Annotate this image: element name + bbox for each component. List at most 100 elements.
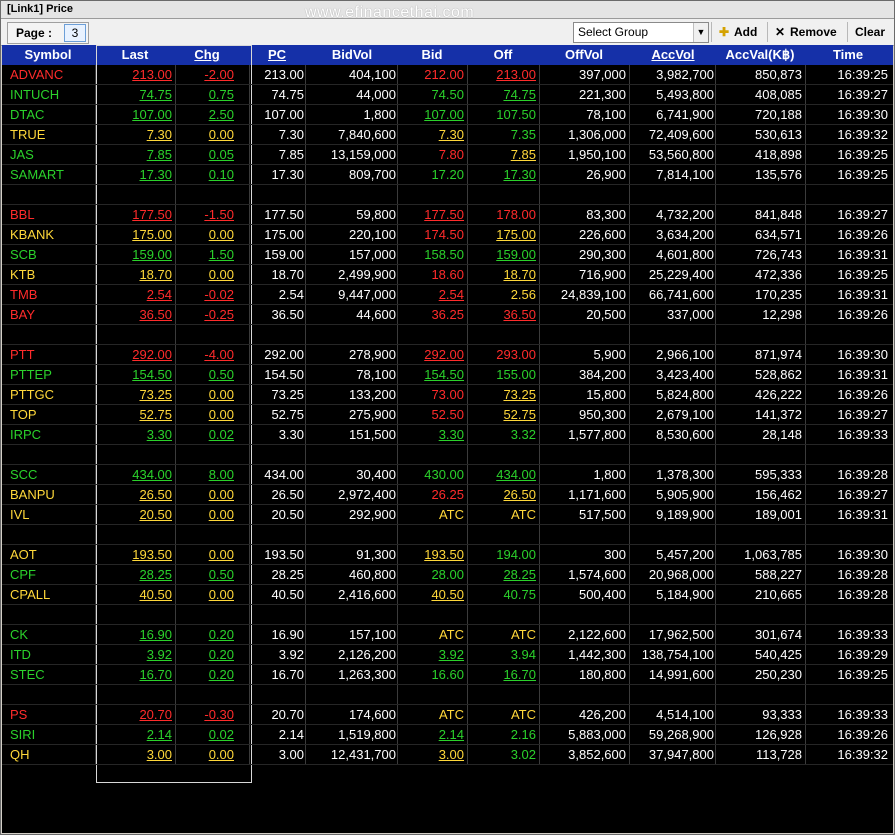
cell-symbol[interactable]: KTB — [2, 265, 102, 285]
cell-symbol[interactable]: ADVANC — [2, 65, 102, 85]
quote-row[interactable]: TRUE 7.30 0.00 7.30 7,840,600 7.30 7.35 1,306,0… — [2, 125, 893, 145]
cell-offvol: 5,900 — [593, 347, 626, 362]
cell-symbol[interactable]: CPALL — [2, 585, 102, 605]
cell-symbol[interactable]: DTAC — [2, 105, 102, 125]
cell-pc: 193.50 — [264, 547, 304, 562]
quote-row[interactable]: PS 20.70 -0.30 20.70 174,600 ATC ATC 426,200 4,5… — [2, 705, 893, 725]
cell-bidvol: 59,800 — [356, 207, 396, 222]
cell-symbol[interactable]: PS — [2, 705, 102, 725]
cell-symbol[interactable]: INTUCH — [2, 85, 102, 105]
cell-symbol[interactable]: PTTEP — [2, 365, 102, 385]
cell-symbol[interactable]: QH — [2, 745, 102, 765]
cell-symbol[interactable]: SCC — [2, 465, 102, 485]
page-number-field[interactable]: 3 — [64, 24, 86, 42]
quote-row[interactable]: STEC 16.70 0.20 16.70 1,263,300 16.60 16.70 180… — [2, 665, 893, 685]
cell-symbol[interactable]: PTT — [2, 345, 102, 365]
chevron-down-icon[interactable]: ▼ — [693, 23, 708, 42]
column-header-pc[interactable]: PC — [250, 45, 304, 65]
quote-row[interactable]: IVL 20.50 0.00 20.50 292,900 ATC ATC 517,500 9,1… — [2, 505, 893, 525]
cell-time: 16:39:28 — [837, 587, 888, 602]
quote-row[interactable]: CPF 28.25 0.50 28.25 460,800 28.00 28.25 1,574,… — [2, 565, 893, 585]
cell-symbol[interactable]: CK — [2, 625, 102, 645]
column-header-accvol[interactable]: AccVol — [630, 45, 716, 65]
cell-symbol[interactable]: TRUE — [2, 125, 102, 145]
column-header-chg[interactable]: Chg — [176, 45, 238, 65]
column-header-bid[interactable]: Bid — [398, 45, 466, 65]
cell-symbol[interactable]: SIRI — [2, 725, 102, 745]
cell-time: 16:39:32 — [837, 127, 888, 142]
quote-row[interactable]: ITD 3.92 0.20 3.92 2,126,200 3.92 3.94 1,442,30… — [2, 645, 893, 665]
quote-row[interactable]: ADVANC 213.00 -2.00 213.00 404,100 212.00 213.… — [2, 65, 893, 85]
cell-pc: 2.54 — [278, 287, 304, 302]
column-header-accval[interactable]: AccVal(K฿) — [716, 45, 804, 65]
cell-symbol[interactable]: BANPU — [2, 485, 102, 505]
quote-row[interactable]: AOT 193.50 0.00 193.50 91,300 193.50 194.00 300… — [2, 545, 893, 565]
cell-bidvol: 2,499,900 — [338, 267, 396, 282]
cell-symbol[interactable]: BBL — [2, 205, 102, 225]
quote-row[interactable]: SCC 434.00 8.00 434.00 30,400 430.00 434.00 1,8… — [2, 465, 893, 485]
cell-symbol[interactable]: PTTGC — [2, 385, 102, 405]
quote-row[interactable]: TOP 52.75 0.00 52.75 275,900 52.50 52.75 950,30… — [2, 405, 893, 425]
quote-row[interactable]: PTTGC 73.25 0.00 73.25 133,200 73.00 73.25 15,8… — [2, 385, 893, 405]
cell-symbol[interactable]: ITD — [2, 645, 102, 665]
cell-symbol[interactable]: TOP — [2, 405, 102, 425]
add-button[interactable]: ✚ Add — [717, 22, 757, 42]
quote-row[interactable]: DTAC 107.00 2.50 107.00 1,800 107.00 107.50 78,… — [2, 105, 893, 125]
quote-row[interactable]: KBANK 175.00 0.00 175.00 220,100 174.50 175.00… — [2, 225, 893, 245]
quote-row[interactable]: PTTEP 154.50 0.50 154.50 78,100 154.50 155.00 3… — [2, 365, 893, 385]
cell-symbol[interactable]: SCB — [2, 245, 102, 265]
cell-accval: 850,873 — [755, 67, 802, 82]
cell-bidvol: 44,000 — [356, 87, 396, 102]
cell-symbol[interactable]: JAS — [2, 145, 102, 165]
quote-row[interactable]: PTT 292.00 -4.00 292.00 278,900 292.00 293.00 5… — [2, 345, 893, 365]
cell-accval: 12,298 — [762, 307, 802, 322]
quote-row[interactable]: SAMART 17.30 0.10 17.30 809,700 17.20 17.30 26,… — [2, 165, 893, 185]
clear-button[interactable]: Clear — [855, 22, 885, 42]
cell-off: 213.00 — [496, 67, 536, 82]
quote-row[interactable]: SCB 159.00 1.50 159.00 157,000 158.50 159.00 29… — [2, 245, 893, 265]
cell-symbol[interactable]: STEC — [2, 665, 102, 685]
cell-last: 107.00 — [132, 107, 172, 122]
quote-row[interactable]: TMB 2.54 -0.02 2.54 9,447,000 2.54 2.56 24,839,… — [2, 285, 893, 305]
cell-bid: 154.50 — [424, 367, 464, 382]
quote-row[interactable]: QH 3.00 0.00 3.00 12,431,700 3.00 3.02 3,852,60… — [2, 745, 893, 765]
column-header-offvol[interactable]: OffVol — [540, 45, 628, 65]
cell-symbol[interactable]: KBANK — [2, 225, 102, 245]
cell-pc: 36.50 — [271, 307, 304, 322]
cell-symbol[interactable]: CPF — [2, 565, 102, 585]
cell-symbol[interactable]: BAY — [2, 305, 102, 325]
column-header-bidvol[interactable]: BidVol — [306, 45, 398, 65]
cell-symbol[interactable]: IVL — [2, 505, 102, 525]
column-header-time[interactable]: Time — [806, 45, 890, 65]
price-grid[interactable]: Symbol Last Chg PC BidVol Bid Off OffVol AccVol A… — [2, 45, 893, 833]
column-header-last[interactable]: Last — [96, 45, 174, 65]
cell-off: 36.50 — [503, 307, 536, 322]
cell-pc: 28.25 — [271, 567, 304, 582]
cell-bid: 52.50 — [431, 407, 464, 422]
quote-row[interactable]: JAS 7.85 0.05 7.85 13,159,000 7.80 7.85 1,950,1… — [2, 145, 893, 165]
quote-row[interactable]: IRPC 3.30 0.02 3.30 151,500 3.30 3.32 1,577,800… — [2, 425, 893, 445]
cell-symbol[interactable]: SAMART — [2, 165, 102, 185]
quote-row[interactable]: CK 16.90 0.20 16.90 157,100 ATC ATC 2,122,600 17… — [2, 625, 893, 645]
column-header-off[interactable]: Off — [468, 45, 538, 65]
quote-row[interactable]: BBL 177.50 -1.50 177.50 59,800 177.50 178.00 83… — [2, 205, 893, 225]
quote-row[interactable]: KTB 18.70 0.00 18.70 2,499,900 18.60 18.70 716,… — [2, 265, 893, 285]
cell-bid: 7.80 — [438, 147, 464, 162]
cell-bidvol: 157,000 — [349, 247, 396, 262]
quote-row[interactable]: BAY 36.50 -0.25 36.50 44,600 36.25 36.50 20,500… — [2, 305, 893, 325]
column-header-symbol[interactable]: Symbol — [2, 45, 94, 65]
title-bar[interactable]: [Link1] Price www.efinancethai.com — [1, 1, 894, 21]
remove-button[interactable]: ✕ Remove — [773, 22, 837, 42]
cell-symbol[interactable]: IRPC — [2, 425, 102, 445]
cell-offvol: 290,300 — [579, 247, 626, 262]
cell-accval: 528,862 — [755, 367, 802, 382]
quote-row[interactable]: SIRI 2.14 0.02 2.14 1,519,800 2.14 2.16 5,883,0… — [2, 725, 893, 745]
cell-symbol[interactable]: AOT — [2, 545, 102, 565]
quote-row[interactable]: CPALL 40.50 0.00 40.50 2,416,600 40.50 40.75 50… — [2, 585, 893, 605]
select-group-dropdown[interactable]: Select Group ▼ — [573, 22, 709, 43]
quote-row[interactable]: BANPU 26.50 0.00 26.50 2,972,400 26.25 26.50 1,… — [2, 485, 893, 505]
cell-symbol[interactable]: TMB — [2, 285, 102, 305]
cell-accval: 408,085 — [755, 87, 802, 102]
cell-offvol: 517,500 — [579, 507, 626, 522]
quote-row[interactable]: INTUCH 74.75 0.75 74.75 44,000 74.50 74.75 221,… — [2, 85, 893, 105]
